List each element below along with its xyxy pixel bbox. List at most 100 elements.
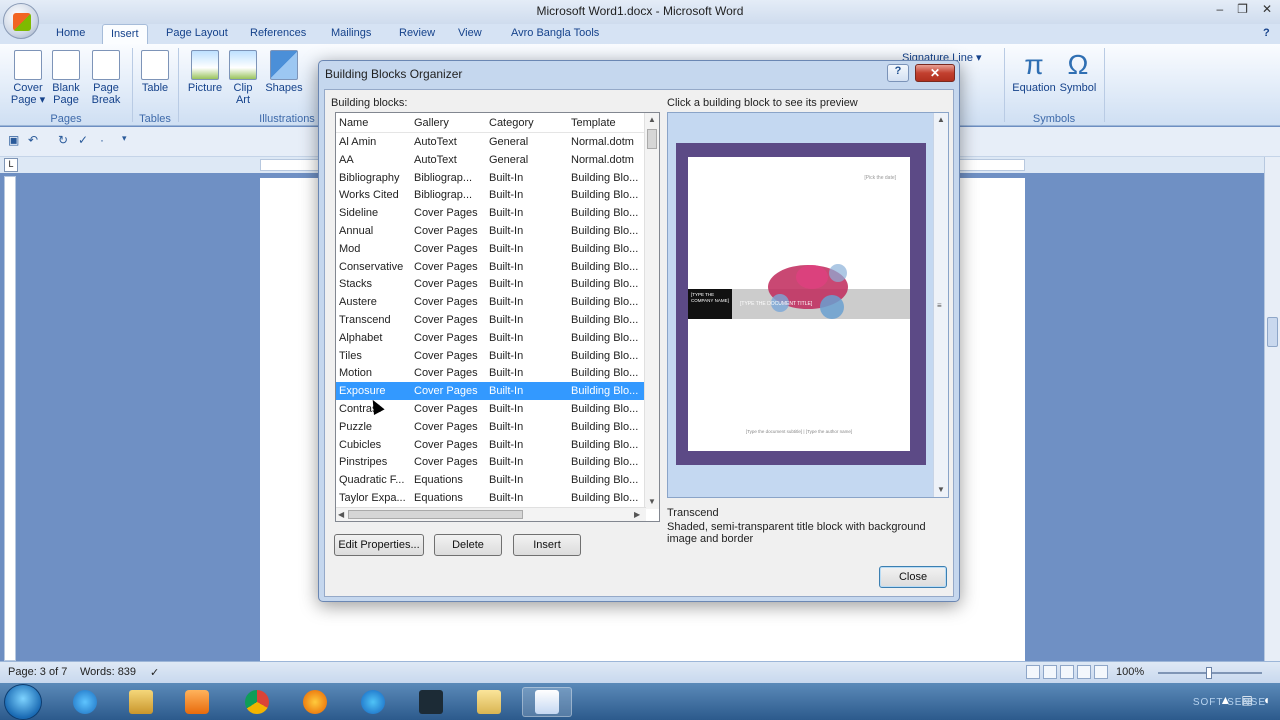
spelling-icon[interactable]: ✓ [78,133,88,147]
list-item[interactable]: Conservative Cover Pages Built-In Building … [336,258,646,276]
column-header-template[interactable]: Template [571,117,616,129]
list-item[interactable]: Cubicles Cover Pages Built-In Building Blo.… [336,436,646,454]
print-layout-icon[interactable] [1026,665,1040,679]
list-item[interactable]: Pinstripes Cover Pages Built-In Building Bl… [336,453,646,471]
redo-icon[interactable]: ↻ [58,133,68,147]
chrome-icon[interactable] [232,687,282,717]
column-header-category[interactable]: Category [489,117,534,129]
tab-review[interactable]: Review [399,27,435,39]
list-item[interactable]: Quadratic F... Equations Built-In Building … [336,471,646,489]
tab-insert[interactable]: Insert [102,24,148,45]
delete-button[interactable]: Delete [434,534,502,556]
list-item[interactable]: Sideline Cover Pages Built-In Building Blo.… [336,204,646,222]
dialog-help-button[interactable]: ? [887,64,909,82]
draft-icon[interactable] [1094,665,1108,679]
web-layout-icon[interactable] [1060,665,1074,679]
list-item[interactable]: Works Cited Bibliograp... Built-In Building… [336,186,646,204]
list-item[interactable]: Puzzle Cover Pages Built-In Building Blo... [336,418,646,436]
taskbar: ▲ ▤ ◖ SOFT SENSE [0,683,1280,720]
list-item[interactable]: Exposure Cover Pages Built-In Building Blo.… [336,382,646,400]
full-screen-reading-icon[interactable] [1043,665,1057,679]
dialog-close-icon[interactable]: ✕ [915,64,955,82]
internet-explorer-icon[interactable] [60,687,110,717]
list-item[interactable]: Austere Cover Pages Built-In Building Blo..… [336,293,646,311]
cell-category: Built-In [489,171,524,184]
cell-name: Works Cited [339,189,399,202]
close-window-button[interactable]: ✕ [1262,2,1272,16]
firefox-icon[interactable] [290,687,340,717]
equation-button[interactable]: π Equation [1010,50,1058,95]
picture-button[interactable]: Picture [186,50,224,94]
scroll-down-icon[interactable]: ▼ [648,497,656,506]
help-icon[interactable]: ? [1263,27,1270,39]
list-item[interactable]: Al Amin AutoText General Normal.dotm [336,133,646,151]
start-button[interactable] [4,684,42,720]
word-count[interactable]: Words: 839 [80,666,136,678]
maximize-button[interactable]: ❐ [1237,2,1248,16]
undo-icon[interactable]: ↶ [28,133,38,147]
zoom-slider[interactable] [1158,667,1262,679]
proofing-icon[interactable]: ✓ [150,666,159,679]
preview-scrollbar[interactable]: ▲ ≡ ▼ [933,113,948,497]
tab-home[interactable]: Home [56,27,85,39]
scroll-right-icon[interactable]: ▶ [634,510,640,519]
clip-art-button[interactable]: Clip Art [228,50,258,106]
scrollbar-grip-icon[interactable]: ≡ [937,301,942,310]
terminal-icon[interactable] [406,687,456,717]
list-horizontal-scrollbar[interactable]: ◀ ▶ [336,507,646,521]
tab-mailings[interactable]: Mailings [331,27,371,39]
app-icon[interactable] [348,687,398,717]
building-blocks-organizer-dialog: Building Blocks Organizer ? ✕ Building b… [318,60,960,602]
list-vertical-scrollbar[interactable]: ▲ ▼ [644,113,659,509]
list-item[interactable]: Mod Cover Pages Built-In Building Blo... [336,240,646,258]
list-item[interactable]: Stacks Cover Pages Built-In Building Blo... [336,275,646,293]
building-blocks-list[interactable]: Name Gallery Category Template Al Amin Au… [335,112,660,522]
tab-references[interactable]: References [250,27,306,39]
minimize-button[interactable]: – [1216,2,1223,16]
tab-page-layout[interactable]: Page Layout [166,27,228,39]
shapes-button[interactable]: Shapes [264,50,304,94]
scroll-up-icon[interactable]: ▲ [648,115,656,124]
tab-view[interactable]: View [458,27,482,39]
scroll-left-icon[interactable]: ◀ [338,510,344,519]
touch-icon[interactable]: · [100,133,104,147]
close-button[interactable]: Close [879,566,947,588]
tab-selector-icon[interactable]: L [4,158,18,172]
customize-toolbar-icon[interactable]: ▾ [122,133,127,144]
page-break-button[interactable]: Page Break [88,50,124,106]
list-item[interactable]: AA AutoText General Normal.dotm [336,151,646,169]
symbol-button[interactable]: Ω Symbol [1058,50,1098,95]
column-header-name[interactable]: Name [339,117,368,129]
zoom-level[interactable]: 100% [1116,666,1144,678]
list-hscroll-thumb[interactable] [348,510,523,519]
file-explorer-icon[interactable] [116,687,166,717]
vertical-ruler[interactable] [4,176,16,661]
list-item[interactable]: Motion Cover Pages Built-In Building Blo... [336,364,646,382]
scroll-up-icon[interactable]: ▲ [937,115,945,124]
list-item[interactable]: Bibliography Bibliograp... Built-In Buildin… [336,169,646,187]
scrollbar-thumb[interactable] [1267,317,1278,347]
word-taskbar-icon[interactable] [522,687,572,717]
list-item[interactable]: Taylor Expa... Equations Built-In Building … [336,489,646,507]
insert-button[interactable]: Insert [513,534,581,556]
office-button[interactable] [3,3,39,39]
list-item[interactable]: Transcend Cover Pages Built-In Building Blo… [336,311,646,329]
list-item[interactable]: Tiles Cover Pages Built-In Building Blo... [336,347,646,365]
blank-page-button[interactable]: Blank Page [48,50,84,106]
tab-avro-bangla-tools[interactable]: Avro Bangla Tools [511,27,599,39]
cover-page-button[interactable]: Cover Page ▾ [8,50,48,106]
save-icon[interactable]: ▣ [8,133,19,147]
page-count[interactable]: Page: 3 of 7 [8,666,67,678]
vertical-scrollbar[interactable] [1264,157,1280,661]
list-item[interactable]: Annual Cover Pages Built-In Building Blo... [336,222,646,240]
list-scrollbar-thumb[interactable] [647,129,657,149]
folder-icon[interactable] [464,687,514,717]
column-header-gallery[interactable]: Gallery [414,117,449,129]
media-player-icon[interactable] [172,687,222,717]
scroll-down-icon[interactable]: ▼ [937,485,945,494]
table-button[interactable]: Table [138,50,172,94]
list-item[interactable]: Alphabet Cover Pages Built-In Building Blo.… [336,329,646,347]
outline-icon[interactable] [1077,665,1091,679]
zoom-slider-knob[interactable] [1206,667,1212,679]
edit-properties-button[interactable]: Edit Properties... [334,534,424,556]
